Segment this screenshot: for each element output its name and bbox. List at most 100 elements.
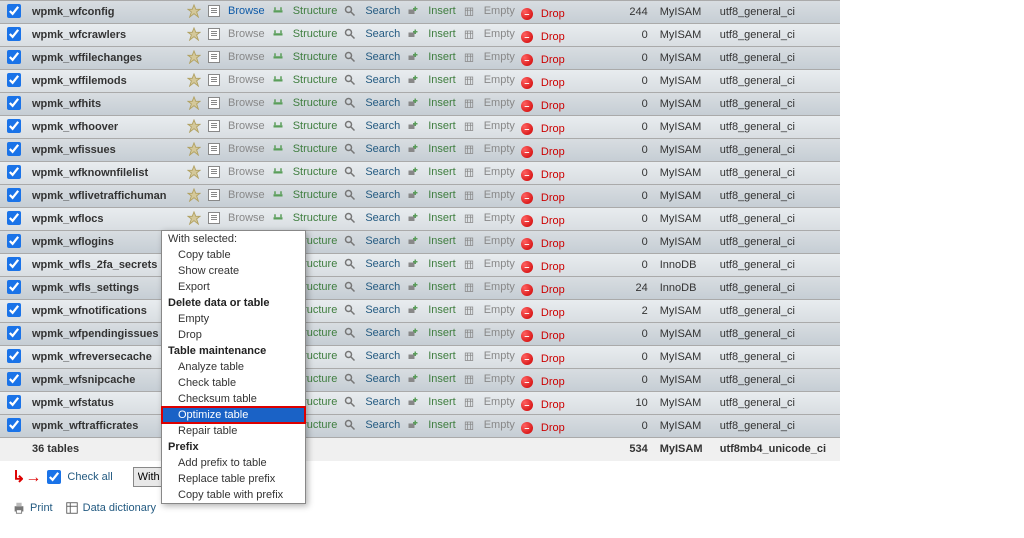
drop-action[interactable]: –Drop [521,192,565,204]
drop-action[interactable]: –Drop [521,31,565,43]
search-action[interactable]: Search [343,165,400,179]
drop-action[interactable]: –Drop [521,399,565,411]
checkall-checkbox[interactable] [47,470,61,484]
row-checkbox[interactable] [7,395,21,409]
table-name[interactable]: wpmk_wfnotifications [28,300,183,323]
table-name[interactable]: wpmk_wflivetraffichuman [28,185,183,208]
search-action[interactable]: Search [343,50,400,64]
favorite-icon[interactable] [187,211,201,225]
drop-action[interactable]: –Drop [521,238,565,250]
browse-action[interactable]: Browse [208,28,265,40]
row-checkbox[interactable] [7,372,21,386]
insert-action[interactable]: Insert [406,372,456,386]
insert-action[interactable]: Insert [406,73,456,87]
insert-action[interactable]: Insert [406,326,456,340]
favorite-icon[interactable] [187,50,201,64]
with-selected-menu[interactable]: With selected: Copy tableShow createExpo… [161,230,306,504]
search-action[interactable]: Search [343,395,400,409]
empty-action[interactable]: Empty [462,418,515,432]
insert-action[interactable]: Insert [406,395,456,409]
favorite-icon[interactable] [187,73,201,87]
favorite-icon[interactable] [187,96,201,110]
structure-action[interactable]: Structure [271,211,338,225]
empty-action[interactable]: Empty [462,188,515,202]
empty-action[interactable]: Empty [462,165,515,179]
insert-action[interactable]: Insert [406,303,456,317]
structure-action[interactable]: Structure [271,50,338,64]
browse-action[interactable]: Browse [208,143,265,155]
structure-action[interactable]: Structure [271,27,338,41]
browse-action[interactable]: Browse [208,74,265,86]
favorite-icon[interactable] [187,142,201,156]
insert-action[interactable]: Insert [406,119,456,133]
insert-action[interactable]: Insert [406,211,456,225]
checkall-label[interactable]: Check all [67,471,112,483]
row-checkbox[interactable] [7,119,21,133]
menu-item[interactable]: Add prefix to table [162,455,305,471]
row-checkbox[interactable] [7,188,21,202]
structure-action[interactable]: Structure [271,165,338,179]
structure-action[interactable]: Structure [271,4,338,18]
row-checkbox[interactable] [7,303,21,317]
table-name[interactable]: wpmk_wfhits [28,93,183,116]
insert-action[interactable]: Insert [406,96,456,110]
menu-item[interactable]: Empty [162,311,305,327]
drop-action[interactable]: –Drop [521,284,565,296]
row-checkbox[interactable] [7,257,21,271]
empty-action[interactable]: Empty [462,349,515,363]
drop-action[interactable]: –Drop [521,422,565,434]
search-action[interactable]: Search [343,4,400,18]
search-action[interactable]: Search [343,349,400,363]
empty-action[interactable]: Empty [462,395,515,409]
row-checkbox[interactable] [7,326,21,340]
table-name[interactable]: wpmk_wfls_settings [28,277,183,300]
drop-action[interactable]: –Drop [521,123,565,135]
insert-action[interactable]: Insert [406,418,456,432]
row-checkbox[interactable] [7,50,21,64]
drop-action[interactable]: –Drop [521,261,565,273]
empty-action[interactable]: Empty [462,326,515,340]
favorite-icon[interactable] [187,165,201,179]
menu-item[interactable]: Optimize table [162,407,305,423]
menu-item[interactable]: Check table [162,375,305,391]
print-link[interactable]: Print [12,501,53,515]
drop-action[interactable]: –Drop [521,376,565,388]
table-name[interactable]: wpmk_wftrafficrates [28,415,183,438]
insert-action[interactable]: Insert [406,27,456,41]
empty-action[interactable]: Empty [462,73,515,87]
insert-action[interactable]: Insert [406,188,456,202]
insert-action[interactable]: Insert [406,280,456,294]
search-action[interactable]: Search [343,326,400,340]
empty-action[interactable]: Empty [462,280,515,294]
empty-action[interactable]: Empty [462,50,515,64]
search-action[interactable]: Search [343,96,400,110]
table-name[interactable]: wpmk_wfhoover [28,116,183,139]
row-checkbox[interactable] [7,27,21,41]
favorite-icon[interactable] [187,27,201,41]
search-action[interactable]: Search [343,280,400,294]
row-checkbox[interactable] [7,234,21,248]
empty-action[interactable]: Empty [462,257,515,271]
table-name[interactable]: wpmk_wffilemods [28,70,183,93]
search-action[interactable]: Search [343,73,400,87]
browse-action[interactable]: Browse [208,5,265,17]
menu-item[interactable]: Replace table prefix [162,471,305,487]
search-action[interactable]: Search [343,372,400,386]
search-action[interactable]: Search [343,188,400,202]
drop-action[interactable]: –Drop [521,330,565,342]
structure-action[interactable]: Structure [271,96,338,110]
row-checkbox[interactable] [7,96,21,110]
table-name[interactable]: wpmk_wfpendingissues [28,323,183,346]
insert-action[interactable]: Insert [406,349,456,363]
drop-action[interactable]: –Drop [521,169,565,181]
menu-item[interactable]: Analyze table [162,359,305,375]
table-name[interactable]: wpmk_wffilechanges [28,47,183,70]
insert-action[interactable]: Insert [406,4,456,18]
insert-action[interactable]: Insert [406,50,456,64]
insert-action[interactable]: Insert [406,257,456,271]
browse-action[interactable]: Browse [208,212,265,224]
search-action[interactable]: Search [343,211,400,225]
menu-item[interactable]: Export [162,279,305,295]
empty-action[interactable]: Empty [462,234,515,248]
empty-action[interactable]: Empty [462,372,515,386]
